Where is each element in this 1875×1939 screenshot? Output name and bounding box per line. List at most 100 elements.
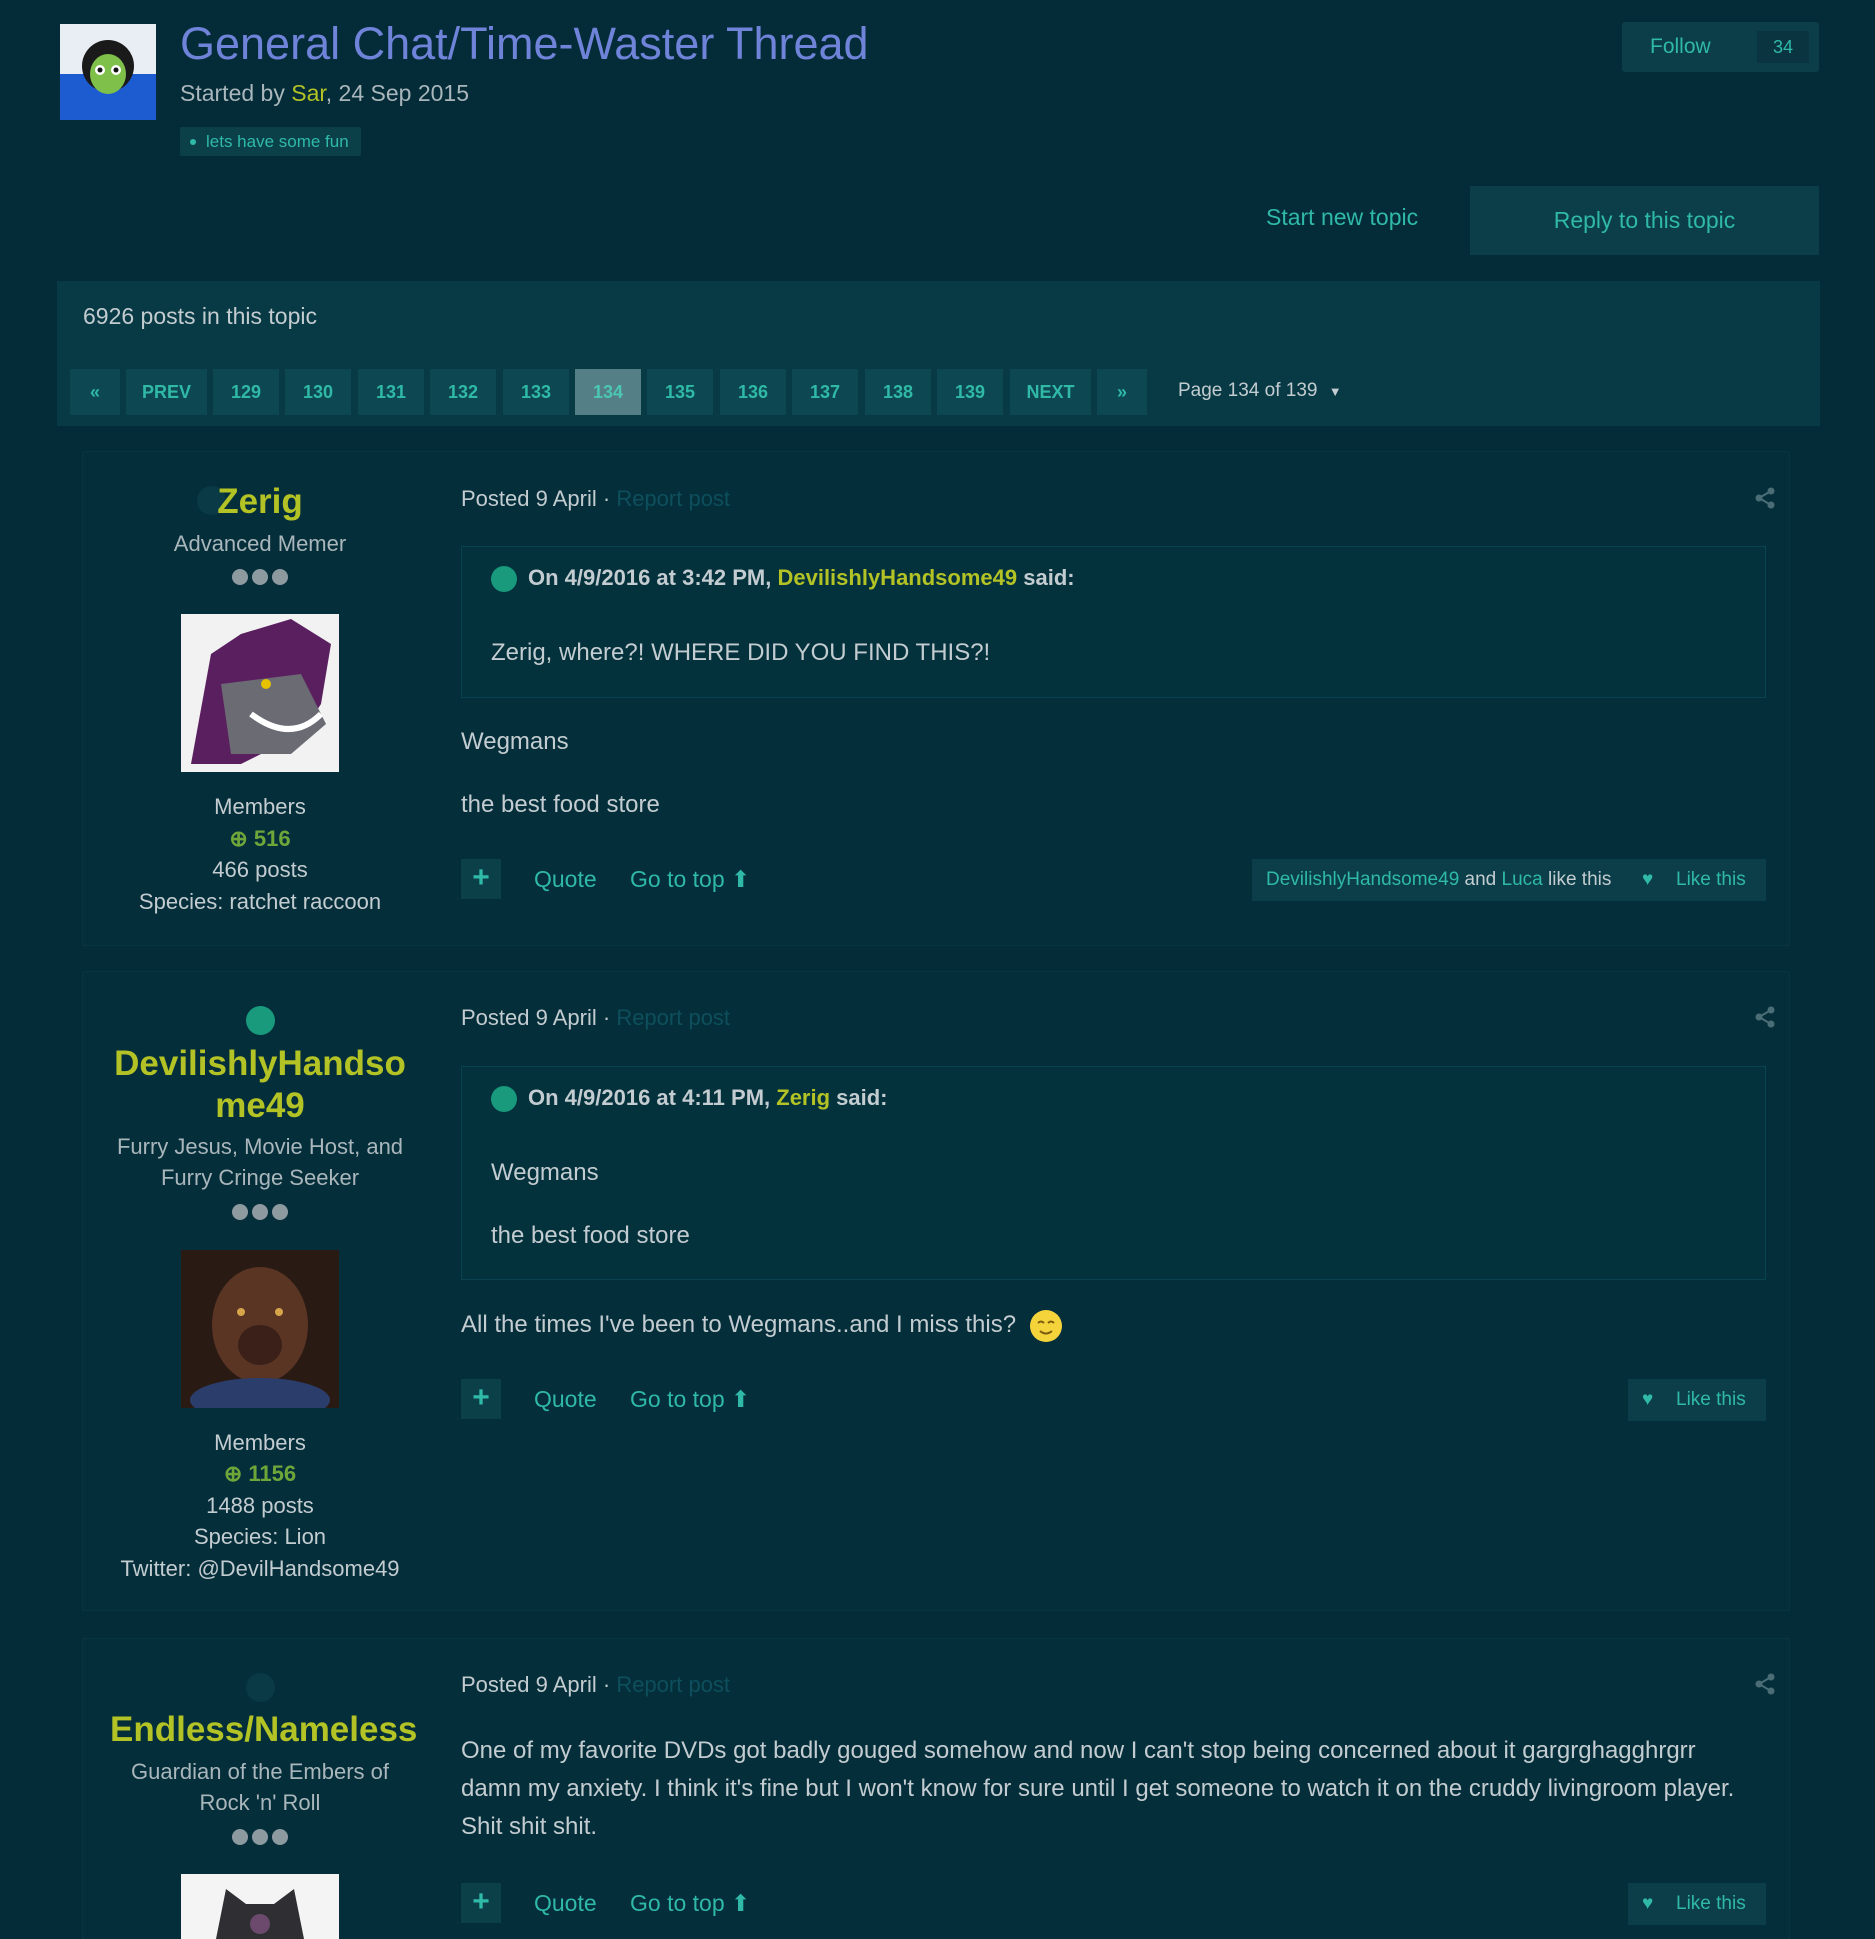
author-post-count: 1488 posts [206,1493,314,1518]
go-to-top-link[interactable]: Go to top ⬆ [630,1386,750,1413]
rank-pips [232,1204,292,1220]
page-jump-dropdown[interactable]: Page 134 of 139 ▼ [1178,380,1342,402]
thread-author-avatar[interactable] [60,24,156,120]
follow-button[interactable]: Follow 34 [1622,22,1819,72]
author-avatar[interactable] [181,1250,339,1408]
start-new-topic-link[interactable]: Start new topic [1266,204,1418,231]
plus-circle-icon: ⊕ [223,1461,249,1486]
post-author-name[interactable]: Endless/Nameless [110,1709,417,1751]
post-body-line: the best food store [461,791,660,818]
share-icon[interactable] [1754,1006,1776,1028]
next-page-button[interactable]: NEXT [1010,369,1091,415]
quote-button[interactable]: Quote [534,1386,597,1413]
quote-prefix: On 4/9/2016 at 3:42 PM, [528,565,778,590]
heart-icon: ♥ [1642,869,1654,890]
author-name-line: DevilishlyHandso [114,1044,406,1083]
arrow-up-icon: ⬆ [724,1386,751,1412]
post-author-name[interactable]: DevilishlyHandso me49 [110,1043,410,1127]
share-icon[interactable] [1754,1673,1776,1695]
reply-to-topic-button[interactable]: Reply to this topic [1470,186,1819,255]
first-page-icon: « [89,382,100,402]
post-date[interactable]: Posted 9 April [461,1005,597,1030]
go-to-top-label: Go to top [630,1386,725,1412]
follow-count: 34 [1757,31,1809,63]
quote-check-icon[interactable] [491,1086,517,1112]
quote-check-icon[interactable] [491,566,517,592]
quote-button[interactable]: Quote [534,1890,597,1917]
thread-meta: Started by Sar, 24 Sep 2015 [180,80,469,107]
rank-pips [232,569,292,585]
last-page-button[interactable]: » [1097,369,1147,415]
author-rank-line: Furry Cringe Seeker [160,1165,360,1190]
page-button[interactable]: 131 [358,369,424,415]
go-to-top-link[interactable]: Go to top ⬆ [630,866,750,893]
post-author-name[interactable]: Zerig [110,481,410,523]
quote-prefix: On 4/9/2016 at 4:11 PM, [528,1085,777,1110]
multiquote-button[interactable]: + [461,1883,501,1923]
report-post-link[interactable]: Report post [616,1672,730,1697]
author-name-line: me49 [215,1086,305,1125]
quote-button[interactable]: Quote [534,866,597,893]
like-button[interactable]: ♥ Like this [1628,859,1766,901]
quote-author-link[interactable]: DevilishlyHandsome49 [777,565,1017,590]
post-count: 6926 posts in this topic [83,303,317,329]
current-page-button[interactable]: 134 [575,369,641,415]
page-button[interactable]: 132 [430,369,496,415]
author-rank-line: Furry Jesus, Movie Host, and [116,1134,404,1159]
page-button[interactable]: 133 [503,369,569,415]
share-icon[interactable] [1754,487,1776,509]
post-date[interactable]: Posted 9 April [461,1672,597,1697]
reputation: ⊕ 516 [110,823,410,854]
author-rank: Advanced Memer [173,531,347,556]
quote-text: Zerig, where?! WHERE DID YOU FIND THIS?! [491,639,991,666]
thread-title: General Chat/Time-Waster Thread [180,18,869,69]
thread-date: , 24 Sep 2015 [325,80,469,106]
page-button[interactable]: 130 [285,369,351,415]
post-date[interactable]: Posted 9 April [461,486,597,511]
separator: · [596,1672,617,1697]
post-body-line: Wegmans [461,728,569,755]
quote-citation: On 4/9/2016 at 3:42 PM, DevilishlyHandso… [528,565,1075,591]
author-avatar[interactable] [181,614,339,772]
author-twitter: Twitter: @DevilHandsome49 [120,1556,400,1581]
plus-circle-icon: ⊕ [229,826,254,851]
likers-tail: like this [1542,869,1612,890]
page-button[interactable]: 139 [937,369,1003,415]
last-page-icon: » [1116,382,1127,402]
thread-author-link[interactable]: Sar [291,80,326,106]
quote-suffix: said: [830,1085,888,1110]
multiquote-button[interactable]: + [461,1379,501,1419]
like-button[interactable]: ♥ Like this [1628,1379,1766,1421]
report-post-link[interactable]: Report post [616,1005,730,1030]
quote-text: the best food store [491,1222,690,1249]
post-body-line: One of my favorite DVDs got badly gouged… [461,1737,1696,1764]
page-button[interactable]: 129 [213,369,279,415]
page-button[interactable]: 138 [865,369,931,415]
quote-block: On 4/9/2016 at 4:11 PM, Zerig said: Wegm… [461,1066,1766,1280]
page-button[interactable]: 136 [720,369,786,415]
report-post-link[interactable]: Report post [616,486,730,511]
quote-citation: On 4/9/2016 at 4:11 PM, Zerig said: [528,1085,888,1111]
reputation-value: 516 [253,826,291,851]
first-page-button[interactable]: « [70,369,120,415]
quote-text: Wegmans [491,1159,599,1186]
page-button[interactable]: 135 [647,369,713,415]
page-button[interactable]: 137 [792,369,858,415]
like-button[interactable]: ♥ Like this [1628,1883,1766,1925]
post-meta: Posted 9 April · Report post [461,1672,730,1698]
prev-page-button[interactable]: PREV [126,369,207,415]
quote-author-link[interactable]: Zerig [776,1085,830,1110]
multiquote-button[interactable]: + [461,859,501,899]
post-meta: Posted 9 April · Report post [461,486,730,512]
liker-link[interactable]: DevilishlyHandsome49 [1266,869,1459,890]
topic-tag[interactable]: lets have some fun [180,127,361,156]
author-avatar[interactable] [181,1874,339,1939]
go-to-top-link[interactable]: Go to top ⬆ [630,1890,750,1917]
emoji-icon [1029,1309,1062,1342]
liker-link[interactable]: Luca [1502,869,1543,890]
author-group: Members [214,1430,306,1455]
like-label: Like this [1676,1389,1746,1410]
quote-suffix: said: [1017,565,1075,590]
likers-and: and [1459,869,1502,890]
post-body-line: damn my anxiety. I think it's fine but I… [461,1775,1735,1802]
